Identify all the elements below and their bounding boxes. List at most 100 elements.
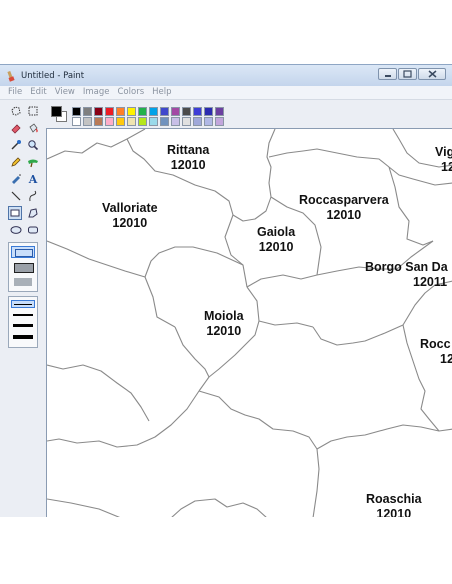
boundary-rittana-west bbox=[47, 129, 146, 160]
line-width-2[interactable] bbox=[13, 314, 33, 316]
minimize-button[interactable] bbox=[378, 68, 397, 80]
paint-window: Untitled - Paint File Edit View Image Co… bbox=[0, 64, 452, 517]
region-postcode: 12010 bbox=[376, 507, 412, 517]
rounded-rectangle-icon bbox=[28, 226, 38, 234]
boundary-roaschia-north bbox=[316, 424, 452, 450]
polygon-icon bbox=[28, 208, 38, 218]
boundary-south-west bbox=[47, 390, 200, 448]
palette-swatch[interactable] bbox=[193, 117, 202, 126]
map-label-roccasparvera: Roccasparvera 12010 bbox=[299, 193, 389, 223]
palette-swatch[interactable] bbox=[160, 107, 169, 116]
palette-swatch[interactable] bbox=[171, 107, 180, 116]
active-colors[interactable] bbox=[50, 104, 68, 124]
rectangle-select-icon bbox=[28, 106, 38, 116]
region-postcode: 12010 bbox=[170, 158, 206, 172]
foreground-color-swatch[interactable] bbox=[51, 106, 62, 117]
line-width-options bbox=[8, 296, 38, 348]
fill-style-options bbox=[8, 242, 38, 292]
palette-swatch[interactable] bbox=[83, 117, 92, 126]
menu-edit[interactable]: Edit bbox=[26, 86, 50, 99]
free-form-select-icon bbox=[11, 106, 21, 116]
region-name: Moiola bbox=[204, 309, 244, 323]
palette-swatch[interactable] bbox=[83, 107, 92, 116]
region-postcode: 12 bbox=[441, 160, 452, 174]
palette-swatch[interactable] bbox=[215, 107, 224, 116]
boundary-rittana-east bbox=[266, 129, 276, 198]
boundary-valloriate-moiola bbox=[144, 246, 244, 278]
brush-tool[interactable] bbox=[26, 155, 40, 169]
region-postcode: 12010 bbox=[112, 216, 148, 230]
palette-swatch[interactable] bbox=[182, 117, 191, 126]
palette-swatch[interactable] bbox=[105, 117, 114, 126]
menu-image[interactable]: Image bbox=[79, 86, 114, 99]
line-width-1[interactable] bbox=[11, 300, 35, 308]
palette-swatch[interactable] bbox=[171, 117, 180, 126]
title-bar[interactable]: Untitled - Paint bbox=[0, 65, 452, 86]
palette-swatch[interactable] bbox=[72, 117, 81, 126]
palette-swatch[interactable] bbox=[204, 117, 213, 126]
palette-swatch[interactable] bbox=[72, 107, 81, 116]
menu-bar: File Edit View Image Colors Help bbox=[0, 86, 452, 100]
drawing-canvas[interactable]: Rittana 12010 Valloriate 12010 Roccaspar… bbox=[46, 128, 452, 517]
ellipse-tool[interactable] bbox=[9, 223, 23, 237]
region-postcode: 12010 bbox=[206, 324, 242, 338]
map-label-roaschia: Roaschia 12010 bbox=[366, 492, 422, 517]
eraser-tool[interactable] bbox=[9, 121, 23, 135]
menu-file[interactable]: File bbox=[0, 86, 26, 99]
text-tool[interactable]: A bbox=[26, 172, 40, 186]
minimize-icon bbox=[384, 75, 391, 77]
magnifier-tool[interactable] bbox=[26, 138, 40, 152]
map-label-roccavione: Rocc 12 bbox=[420, 337, 452, 367]
boundary-roaschia-west bbox=[198, 390, 320, 517]
region-postcode: 12 bbox=[440, 352, 452, 366]
line-width-4[interactable] bbox=[13, 335, 33, 339]
region-postcode: 12011 bbox=[413, 275, 448, 289]
rectangle-select-tool[interactable] bbox=[26, 104, 40, 118]
region-name: Rocc bbox=[420, 337, 451, 351]
palette-swatch[interactable] bbox=[193, 107, 202, 116]
palette-swatch[interactable] bbox=[127, 117, 136, 126]
palette-swatch[interactable] bbox=[204, 107, 213, 116]
airbrush-tool[interactable] bbox=[9, 172, 23, 186]
region-name: Gaiola bbox=[257, 225, 296, 239]
color-picker-tool[interactable] bbox=[9, 138, 23, 152]
palette-swatch[interactable] bbox=[149, 117, 158, 126]
map-label-borgo-san-dalmazzo: Borgo San Da 12011 bbox=[365, 260, 448, 290]
fill-option-outline-fill[interactable] bbox=[14, 263, 34, 273]
rectangle-tool[interactable] bbox=[8, 206, 22, 220]
fill-option-outline[interactable] bbox=[11, 246, 35, 258]
pencil-icon bbox=[11, 157, 21, 167]
free-form-select-tool[interactable] bbox=[9, 104, 23, 118]
rounded-rectangle-tool[interactable] bbox=[26, 223, 40, 237]
boundary-borgo-west bbox=[246, 274, 318, 288]
fill-option-solid[interactable] bbox=[14, 278, 32, 286]
polygon-tool[interactable] bbox=[26, 206, 40, 220]
maximize-button[interactable] bbox=[398, 68, 417, 80]
palette-swatch[interactable] bbox=[138, 107, 147, 116]
palette-swatch[interactable] bbox=[160, 117, 169, 126]
region-postcode: 12010 bbox=[258, 240, 294, 254]
fill-bucket-tool[interactable] bbox=[26, 121, 40, 135]
palette-swatch[interactable] bbox=[127, 107, 136, 116]
palette-swatch[interactable] bbox=[94, 117, 103, 126]
palette-swatch[interactable] bbox=[116, 117, 125, 126]
line-tool[interactable] bbox=[9, 189, 23, 203]
line-width-3[interactable] bbox=[13, 324, 33, 327]
close-button[interactable] bbox=[418, 68, 446, 80]
pencil-tool[interactable] bbox=[9, 155, 23, 169]
palette-swatch[interactable] bbox=[94, 107, 103, 116]
curve-tool[interactable] bbox=[26, 189, 40, 203]
menu-colors[interactable]: Colors bbox=[114, 86, 149, 99]
menu-help[interactable]: Help bbox=[148, 86, 175, 99]
close-icon bbox=[428, 70, 436, 78]
toolbox: A bbox=[0, 100, 47, 517]
palette-swatch[interactable] bbox=[116, 107, 125, 116]
palette-swatch[interactable] bbox=[105, 107, 114, 116]
menu-view[interactable]: View bbox=[51, 86, 79, 99]
region-name: Valloriate bbox=[102, 201, 158, 215]
palette-swatch[interactable] bbox=[138, 117, 147, 126]
palette-swatch[interactable] bbox=[215, 117, 224, 126]
palette-swatch[interactable] bbox=[149, 107, 158, 116]
map-label-vignolo: Vig 12 bbox=[435, 145, 452, 175]
palette-swatch[interactable] bbox=[182, 107, 191, 116]
